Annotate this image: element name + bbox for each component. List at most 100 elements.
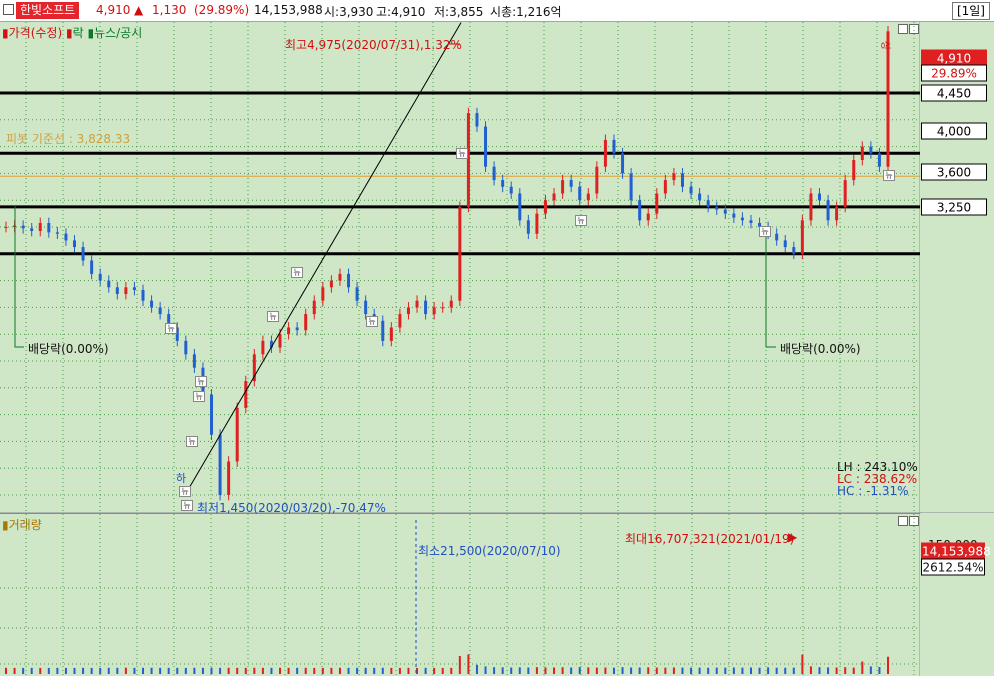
hc-stat: HC : -1.31% — [837, 484, 909, 498]
volume-bar — [493, 667, 496, 674]
volume-bar — [835, 667, 838, 674]
volume-bar — [518, 667, 521, 674]
candle-body — [364, 300, 368, 315]
candle-body — [680, 173, 684, 187]
volume-bar — [544, 667, 547, 674]
volume-bar — [570, 667, 573, 674]
candle-body — [595, 166, 599, 194]
candle-body — [715, 206, 719, 210]
candle-body — [886, 31, 890, 167]
news-marker[interactable]: 뉴 — [181, 500, 193, 511]
volume-bar — [107, 667, 110, 674]
level-4450-label: 4,450 — [921, 84, 987, 102]
volume-bar — [724, 667, 727, 674]
candle-body — [518, 193, 522, 221]
news-marker[interactable]: 뉴 — [195, 376, 207, 387]
volume-bar — [364, 667, 367, 674]
candle-body — [552, 193, 556, 201]
news-marker[interactable]: 뉴 — [179, 486, 191, 497]
candle-body — [192, 354, 196, 368]
candle-body — [561, 180, 565, 194]
news-marker[interactable]: 뉴 — [186, 436, 198, 447]
candle-body — [783, 240, 787, 248]
volume-bar — [133, 667, 136, 674]
candle-body — [235, 407, 239, 462]
volume-bar — [441, 667, 444, 674]
candle-body — [638, 200, 642, 221]
candle-body — [321, 287, 325, 301]
volume-bar — [458, 656, 461, 674]
volume-bar — [142, 667, 145, 674]
candle-body — [347, 273, 351, 288]
volume-bar — [630, 667, 633, 674]
candle-body — [621, 153, 625, 174]
candle-body — [869, 146, 873, 154]
volume-bar — [159, 667, 162, 674]
volume-bar — [690, 667, 693, 674]
news-marker[interactable]: 뉴 — [456, 148, 468, 159]
dividend-leader-line — [765, 230, 776, 348]
volume-bar — [707, 667, 710, 674]
volume-bar — [176, 667, 179, 674]
volume-bar — [698, 667, 701, 674]
candle-body — [424, 300, 428, 315]
candle-body — [441, 307, 445, 309]
candle-body — [184, 340, 188, 355]
volume-bar — [741, 667, 744, 674]
volume-bar — [792, 667, 795, 674]
volume-bar — [99, 667, 102, 674]
candle-body — [389, 327, 393, 341]
volume-bar — [767, 667, 770, 674]
candle-body — [304, 314, 308, 331]
news-marker[interactable]: 뉴 — [366, 316, 378, 327]
candle-body — [406, 307, 410, 315]
volume-bar — [47, 667, 50, 674]
volume-bar — [73, 667, 76, 674]
volume-bar — [184, 667, 187, 674]
candle-body — [475, 113, 479, 127]
volume-bar — [527, 667, 530, 674]
volume-bar — [116, 667, 119, 674]
news-marker[interactable]: 뉴 — [291, 267, 303, 278]
candle-body — [826, 200, 830, 221]
candle-body — [21, 225, 25, 229]
candle-body — [398, 314, 402, 328]
candle-body — [484, 126, 488, 167]
volume-bar — [56, 667, 59, 674]
news-marker[interactable]: 뉴 — [883, 170, 895, 181]
candle-body — [150, 300, 154, 308]
volume-bar — [296, 667, 299, 674]
news-marker[interactable]: 뉴 — [575, 215, 587, 226]
candle-body — [115, 287, 119, 294]
candle-body — [629, 173, 633, 201]
volume-bar — [561, 667, 564, 674]
volume-bar — [424, 667, 427, 674]
volume-min-annotation: 최소21,500(2020/07/10) — [418, 544, 561, 558]
candle-body — [81, 247, 85, 261]
volume-bar — [39, 667, 42, 674]
news-marker[interactable]: 뉴 — [267, 311, 279, 322]
volume-bar — [30, 667, 33, 674]
news-marker[interactable]: 뉴 — [165, 323, 177, 334]
volume-bar — [236, 667, 239, 674]
volume-bar — [5, 667, 7, 674]
candle-body — [535, 213, 539, 234]
candle-body — [672, 173, 676, 181]
candle-body — [663, 180, 667, 194]
candle-body — [329, 280, 333, 288]
candle-body — [586, 193, 590, 201]
volume-bar — [681, 667, 684, 674]
candle-body — [355, 287, 359, 301]
candle-body — [603, 139, 607, 167]
current-volume-label: 14,153,988 — [921, 542, 991, 560]
candle-body — [509, 186, 513, 194]
news-marker[interactable]: 뉴 — [193, 391, 205, 402]
candle-body — [261, 340, 265, 355]
volume-bar — [124, 667, 127, 674]
news-marker[interactable]: 뉴 — [759, 226, 771, 237]
volume-bar — [878, 667, 881, 674]
volume-bar — [715, 667, 718, 674]
candle-body — [338, 273, 342, 281]
ha-marker: 하 — [176, 472, 187, 485]
candle-body — [578, 186, 582, 201]
